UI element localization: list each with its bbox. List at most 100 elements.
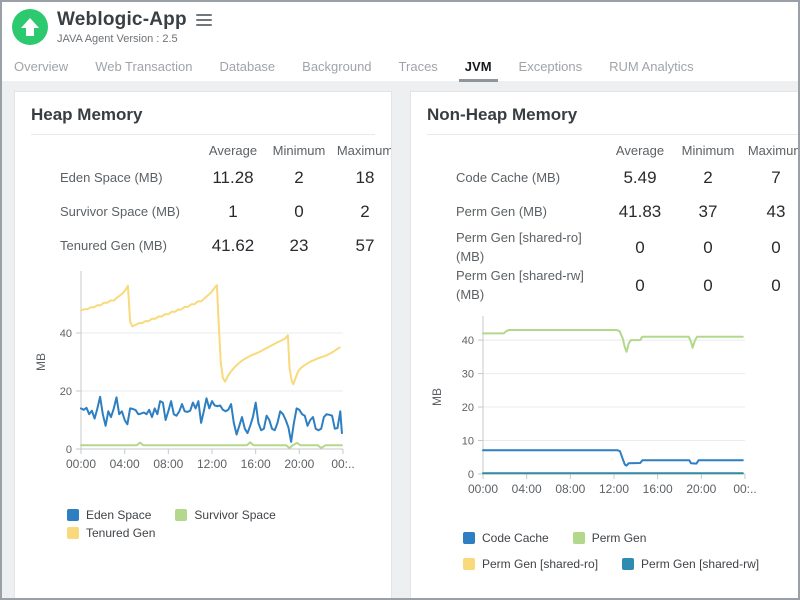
metric-value: 5.49 (606, 168, 674, 188)
metric-value: 0 (266, 202, 332, 222)
legend-label: Perm Gen [shared-ro] (482, 557, 598, 571)
legend-swatch-icon (463, 532, 475, 544)
svg-text:0: 0 (468, 469, 474, 481)
non-heap-memory-table: AverageMinimumMaximumCode Cache (MB)5.49… (411, 139, 798, 304)
svg-text:08:00: 08:00 (555, 482, 585, 496)
column-header: Minimum (266, 143, 332, 158)
tab-rum-analytics[interactable]: RUM Analytics (609, 59, 694, 81)
legend-label: Perm Gen [shared-rw] (641, 557, 759, 571)
svg-text:00:00: 00:00 (468, 482, 498, 496)
metric-value: 2 (266, 168, 332, 188)
heap-memory-chart-svg: 0204000:0004:0008:0012:0016:0020:0000:..… (23, 263, 391, 487)
metric-label: Perm Gen [shared-rw] (MB) (456, 267, 606, 305)
metric-label: Code Cache (MB) (456, 169, 606, 188)
svg-text:20:00: 20:00 (284, 457, 314, 471)
tab-jvm[interactable]: JVM (459, 59, 498, 82)
tab-exceptions[interactable]: Exceptions (519, 59, 583, 81)
non-heap-memory-legend: Code CachePerm GenPerm Gen [shared-ro]Pe… (463, 531, 798, 575)
svg-text:12:00: 12:00 (197, 457, 227, 471)
svg-text:04:00: 04:00 (512, 482, 542, 496)
metric-value: 11.28 (200, 168, 266, 188)
svg-text:MB: MB (430, 388, 444, 406)
svg-text:30: 30 (462, 369, 474, 381)
svg-text:10: 10 (462, 436, 474, 448)
app-status-up-arrow-icon (12, 9, 48, 45)
legend-swatch-icon (67, 527, 79, 539)
table-row: Eden Space (MB)11.28218 (15, 161, 391, 195)
tab-background[interactable]: Background (302, 59, 371, 81)
svg-text:MB: MB (34, 353, 48, 371)
metric-value: 43 (742, 202, 798, 222)
legend-label: Perm Gen (592, 531, 647, 545)
legend-swatch-icon (622, 558, 634, 570)
tab-overview[interactable]: Overview (14, 59, 68, 81)
svg-text:08:00: 08:00 (153, 457, 183, 471)
svg-text:16:00: 16:00 (241, 457, 271, 471)
up-arrow-icon (12, 9, 48, 45)
legend-swatch-icon (463, 558, 475, 570)
table-row: Tenured Gen (MB)41.622357 (15, 229, 391, 263)
column-header: Minimum (674, 143, 742, 158)
divider (427, 134, 798, 135)
svg-text:20: 20 (60, 386, 72, 398)
table-row: Code Cache (MB)5.4927 (411, 161, 798, 195)
table-row: Survivor Space (MB)102 (15, 195, 391, 229)
tab-database[interactable]: Database (220, 59, 276, 81)
legend-label: Survivor Space (194, 508, 275, 522)
tab-bar: Overview Web Transaction Database Backgroun… (2, 52, 798, 81)
metric-value: 18 (332, 168, 392, 188)
metric-value: 0 (742, 238, 798, 258)
svg-text:00:..: 00:.. (733, 482, 756, 496)
column-header: Average (606, 143, 674, 158)
metric-value: 0 (606, 238, 674, 258)
svg-text:04:00: 04:00 (110, 457, 140, 471)
legend-swatch-icon (175, 509, 187, 521)
svg-text:20: 20 (462, 402, 474, 414)
legend-item-survivor-space[interactable]: Survivor Space (175, 508, 275, 522)
table-row: Perm Gen (MB)41.833743 (411, 195, 798, 229)
column-header: Maximum (742, 143, 798, 158)
legend-item-eden-space[interactable]: Eden Space (67, 508, 151, 522)
metric-value: 0 (674, 238, 742, 258)
page-title: Weblogic-App (57, 9, 187, 31)
non-heap-memory-panel: Non-Heap Memory AverageMinimumMaximumCod… (410, 91, 798, 599)
metric-label: Perm Gen (MB) (456, 203, 606, 222)
heap-memory-chart: 0204000:0004:0008:0012:0016:0020:0000:..… (23, 263, 391, 492)
svg-text:0: 0 (66, 444, 72, 456)
svg-text:40: 40 (462, 335, 474, 347)
legend-item-tenured-gen[interactable]: Tenured Gen (67, 526, 155, 540)
legend-item-perm-gen-shared-ro-[interactable]: Perm Gen [shared-ro] (463, 557, 598, 571)
tab-traces[interactable]: Traces (399, 59, 438, 81)
heap-memory-table: AverageMinimumMaximum Eden Space (MB)11.2… (15, 139, 391, 263)
metric-value: 1 (200, 202, 266, 222)
tab-web-transaction[interactable]: Web Transaction (95, 59, 192, 81)
metric-label: Eden Space (MB) (60, 169, 200, 188)
column-header: Average (200, 143, 266, 158)
legend-item-code-cache[interactable]: Code Cache (463, 531, 549, 545)
legend-item-perm-gen-shared-rw-[interactable]: Perm Gen [shared-rw] (622, 557, 759, 571)
svg-text:12:00: 12:00 (599, 482, 629, 496)
header: Weblogic-App JAVA Agent Version : 2.5 Ov… (2, 2, 798, 81)
content-area: Heap Memory AverageMinimumMaximumEden Sp… (2, 81, 798, 599)
metric-value: 0 (674, 276, 742, 296)
metric-value: 41.62 (200, 236, 266, 256)
legend-label: Code Cache (482, 531, 549, 545)
panel-title: Non-Heap Memory (427, 105, 798, 125)
legend-item-perm-gen[interactable]: Perm Gen (573, 531, 647, 545)
legend-label: Tenured Gen (86, 526, 155, 540)
table-header-row: AverageMinimumMaximum (411, 139, 798, 161)
table-row: Perm Gen [shared-rw] (MB)000 (411, 267, 798, 305)
svg-text:20:00: 20:00 (686, 482, 716, 496)
metric-value: 0 (606, 276, 674, 296)
table-row: Perm Gen [shared-ro] (MB)000 (411, 229, 798, 267)
legend-row: Perm Gen [shared-ro] Perm Gen [shared-rw] (463, 557, 798, 575)
svg-text:00:..: 00:.. (331, 457, 354, 471)
metric-value: 23 (266, 236, 332, 256)
divider (31, 134, 375, 135)
panel-title: Heap Memory (31, 105, 375, 125)
column-header: Maximum (332, 143, 392, 158)
heap-memory-legend: Eden Space Survivor Space Tenured Gen (67, 508, 391, 544)
hamburger-menu-icon[interactable] (194, 12, 214, 28)
metric-label: Perm Gen [shared-ro] (MB) (456, 229, 606, 267)
svg-text:16:00: 16:00 (643, 482, 673, 496)
